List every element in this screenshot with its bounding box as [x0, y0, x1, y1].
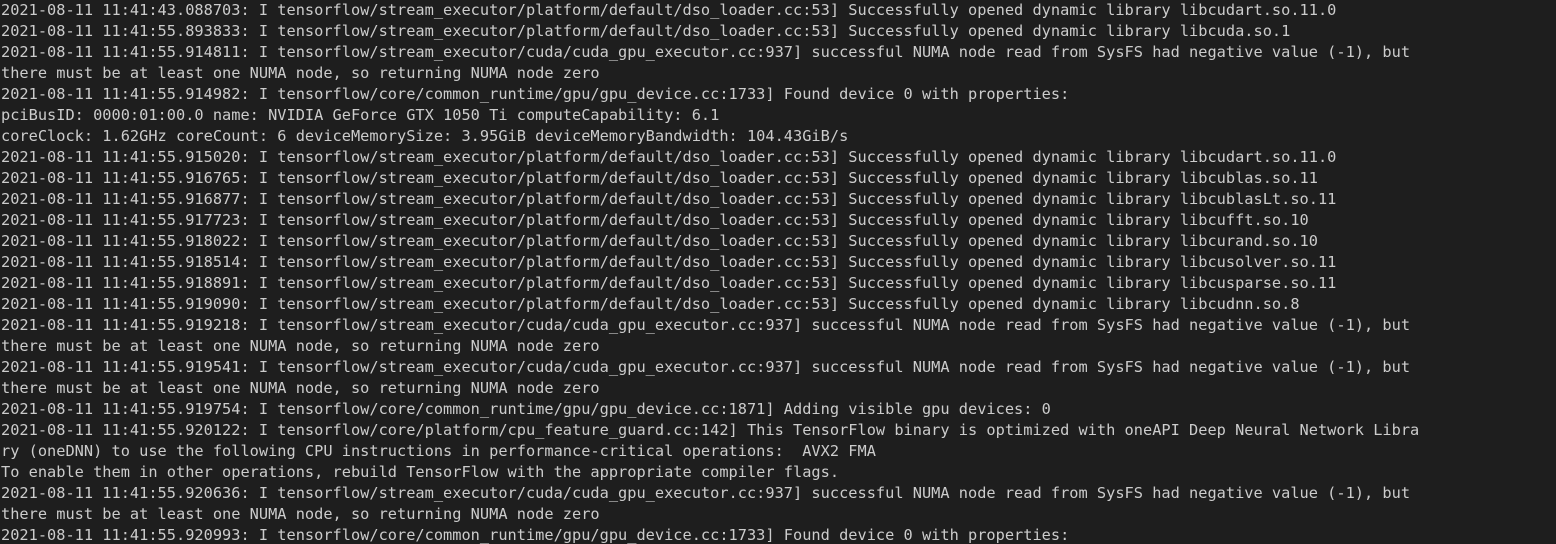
terminal-line: 2021-08-11 11:41:55.920122: I tensorflow…: [1, 421, 1420, 439]
terminal-line: 2021-08-11 11:41:55.893833: I tensorflow…: [1, 22, 1291, 40]
terminal-line: 2021-08-11 11:41:55.919218: I tensorflow…: [1, 316, 1411, 334]
terminal-line: 2021-08-11 11:41:55.919090: I tensorflow…: [1, 295, 1300, 313]
terminal-line: there must be at least one NUMA node, so…: [1, 379, 600, 397]
terminal-line: 2021-08-11 11:41:55.914982: I tensorflow…: [1, 85, 1070, 103]
terminal-line: there must be at least one NUMA node, so…: [1, 505, 600, 523]
terminal-line: To enable them in other operations, rebu…: [1, 463, 840, 481]
terminal-line: there must be at least one NUMA node, so…: [1, 64, 600, 82]
terminal-line: 2021-08-11 11:41:55.918022: I tensorflow…: [1, 232, 1318, 250]
terminal-line: 2021-08-11 11:41:55.916765: I tensorflow…: [1, 169, 1318, 187]
terminal-line: ry (oneDNN) to use the following CPU ins…: [1, 442, 876, 460]
terminal-line: 2021-08-11 11:41:55.920993: I tensorflow…: [1, 526, 1070, 544]
terminal-line: 2021-08-11 11:41:55.915020: I tensorflow…: [1, 148, 1337, 166]
terminal-line: 2021-08-11 11:41:55.914811: I tensorflow…: [1, 43, 1411, 61]
terminal-line: 2021-08-11 11:41:55.919541: I tensorflow…: [1, 358, 1411, 376]
terminal-line: there must be at least one NUMA node, so…: [1, 337, 600, 355]
terminal-line: 2021-08-11 11:41:55.916877: I tensorflow…: [1, 190, 1337, 208]
terminal-line: coreClock: 1.62GHz coreCount: 6 deviceMe…: [1, 127, 849, 145]
terminal-line: 2021-08-11 11:41:55.918514: I tensorflow…: [1, 253, 1337, 271]
terminal-line: 2021-08-11 11:41:55.918891: I tensorflow…: [1, 274, 1337, 292]
terminal-line: 2021-08-11 11:41:55.920636: I tensorflow…: [1, 484, 1411, 502]
terminal-line: 2021-08-11 11:41:55.917723: I tensorflow…: [1, 211, 1309, 229]
terminal-output[interactable]: 2021-08-11 11:41:43.088703: I tensorflow…: [0, 0, 1556, 544]
terminal-line: pciBusID: 0000:01:00.0 name: NVIDIA GeFo…: [1, 106, 720, 124]
terminal-line: 2021-08-11 11:41:55.919754: I tensorflow…: [1, 400, 1051, 418]
terminal-line: 2021-08-11 11:41:43.088703: I tensorflow…: [1, 1, 1337, 19]
